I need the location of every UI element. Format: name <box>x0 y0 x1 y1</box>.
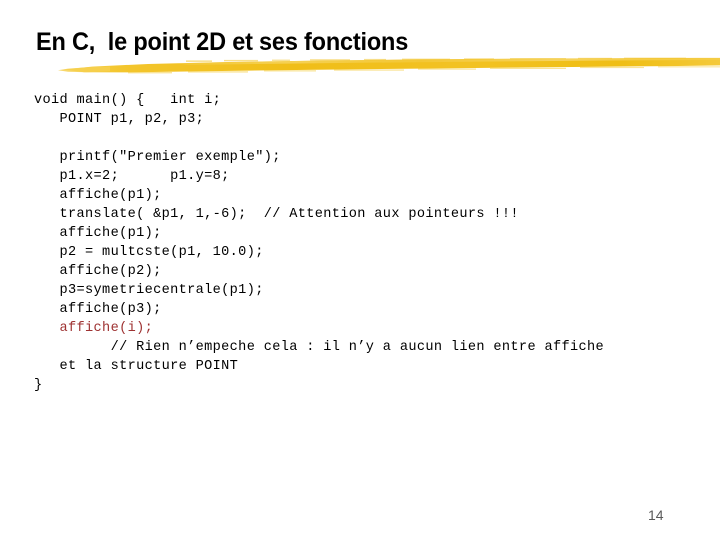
code-line: p1.x=2; p1.y=8; <box>34 169 230 184</box>
code-line: affiche(p1); <box>34 226 162 241</box>
page-title: En C, le point 2D et ses fonctions <box>36 28 409 56</box>
code-line: affiche(p2); <box>34 264 162 279</box>
page-number: 14 <box>648 507 664 523</box>
title-block: En C, le point 2D et ses fonctions <box>36 27 696 59</box>
code-line: translate( &p1, 1,-6); // Attention aux … <box>34 207 519 222</box>
code-listing: void main() { int i; POINT p1, p2, p3; p… <box>34 91 720 395</box>
code-line: p2 = multcste(p1, 10.0); <box>34 245 264 260</box>
code-line-highlighted: affiche(i); <box>34 321 154 336</box>
code-line-comment: et la structure POINT <box>34 359 239 374</box>
code-line: POINT p1, p2, p3; <box>34 112 205 127</box>
slide-canvas: En C, le point 2D et ses fonctions void … <box>0 0 720 540</box>
code-line: affiche(p3); <box>34 302 162 317</box>
code-line: } <box>34 378 43 393</box>
code-line-comment: // Rien n’empeche cela : il n’y a aucun … <box>34 340 605 355</box>
code-line: p3=symetriecentrale(p1); <box>34 283 264 298</box>
code-line: affiche(p1); <box>34 188 162 203</box>
code-line: void main() { int i; <box>34 93 222 108</box>
code-line: printf("Premier exemple"); <box>34 150 281 165</box>
